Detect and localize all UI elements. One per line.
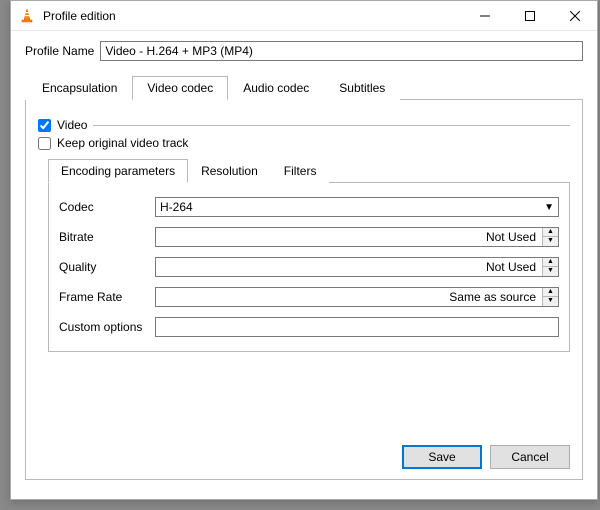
- divider-line: [93, 125, 570, 126]
- vlc-icon: [19, 8, 35, 24]
- save-button[interactable]: Save: [402, 445, 482, 469]
- quality-up-button[interactable]: ▲: [543, 258, 558, 267]
- codec-row: Codec H-264 ▼: [59, 197, 559, 217]
- framerate-up-button[interactable]: ▲: [543, 288, 558, 297]
- window-title: Profile edition: [43, 9, 462, 23]
- custom-options-row: Custom options: [59, 317, 559, 337]
- tab-encapsulation[interactable]: Encapsulation: [27, 76, 132, 100]
- framerate-label: Frame Rate: [59, 290, 155, 304]
- framerate-spinner[interactable]: Same as source ▲ ▼: [155, 287, 559, 307]
- quality-row: Quality Not Used ▲ ▼: [59, 257, 559, 277]
- cancel-button[interactable]: Cancel: [490, 445, 570, 469]
- quality-value: Not Used: [156, 260, 542, 274]
- sub-tab-filters[interactable]: Filters: [271, 159, 330, 183]
- quality-label: Quality: [59, 260, 155, 274]
- sub-tabs: Encoding parameters Resolution Filters: [48, 158, 570, 183]
- keep-original-label: Keep original video track: [57, 136, 188, 150]
- bitrate-row: Bitrate Not Used ▲ ▼: [59, 227, 559, 247]
- custom-options-label: Custom options: [59, 320, 155, 334]
- custom-options-input[interactable]: [155, 317, 559, 337]
- chevron-down-icon: ▼: [544, 202, 554, 213]
- minimize-button[interactable]: [462, 1, 507, 31]
- quality-spinner[interactable]: Not Used ▲ ▼: [155, 257, 559, 277]
- framerate-down-button[interactable]: ▼: [543, 297, 558, 306]
- video-checkbox[interactable]: [38, 119, 51, 132]
- main-tabs: Encapsulation Video codec Audio codec Su…: [27, 75, 583, 100]
- framerate-row: Frame Rate Same as source ▲ ▼: [59, 287, 559, 307]
- close-button[interactable]: [552, 1, 597, 31]
- titlebar: Profile edition: [11, 1, 597, 31]
- video-checkbox-label: Video: [57, 118, 87, 132]
- sub-tab-encoding[interactable]: Encoding parameters: [48, 159, 188, 183]
- bitrate-spinner[interactable]: Not Used ▲ ▼: [155, 227, 559, 247]
- video-codec-panel: Video Keep original video track Encoding…: [25, 100, 583, 480]
- framerate-value: Same as source: [156, 290, 542, 304]
- tab-video-codec[interactable]: Video codec: [132, 76, 228, 100]
- profile-name-input[interactable]: [100, 41, 583, 61]
- profile-edition-window: Profile edition Profile Name Encapsulati…: [10, 0, 598, 500]
- keep-original-checkbox[interactable]: [38, 137, 51, 150]
- codec-label: Codec: [59, 200, 155, 214]
- encoding-parameters-panel: Codec H-264 ▼ Bitrate Not Used ▲ ▼: [48, 183, 570, 352]
- codec-value: H-264: [160, 200, 193, 214]
- content-area: Profile Name Encapsulation Video codec A…: [11, 31, 597, 494]
- tab-subtitles[interactable]: Subtitles: [324, 76, 400, 100]
- bitrate-up-button[interactable]: ▲: [543, 228, 558, 237]
- bitrate-label: Bitrate: [59, 230, 155, 244]
- sub-tab-resolution[interactable]: Resolution: [188, 159, 271, 183]
- bitrate-down-button[interactable]: ▼: [543, 237, 558, 246]
- bitrate-value: Not Used: [156, 230, 542, 244]
- codec-select[interactable]: H-264 ▼: [155, 197, 559, 217]
- profile-name-label: Profile Name: [25, 44, 94, 58]
- tab-audio-codec[interactable]: Audio codec: [228, 76, 324, 100]
- dialog-footer: Save Cancel: [402, 445, 570, 469]
- maximize-button[interactable]: [507, 1, 552, 31]
- quality-down-button[interactable]: ▼: [543, 267, 558, 276]
- profile-name-row: Profile Name: [25, 41, 583, 61]
